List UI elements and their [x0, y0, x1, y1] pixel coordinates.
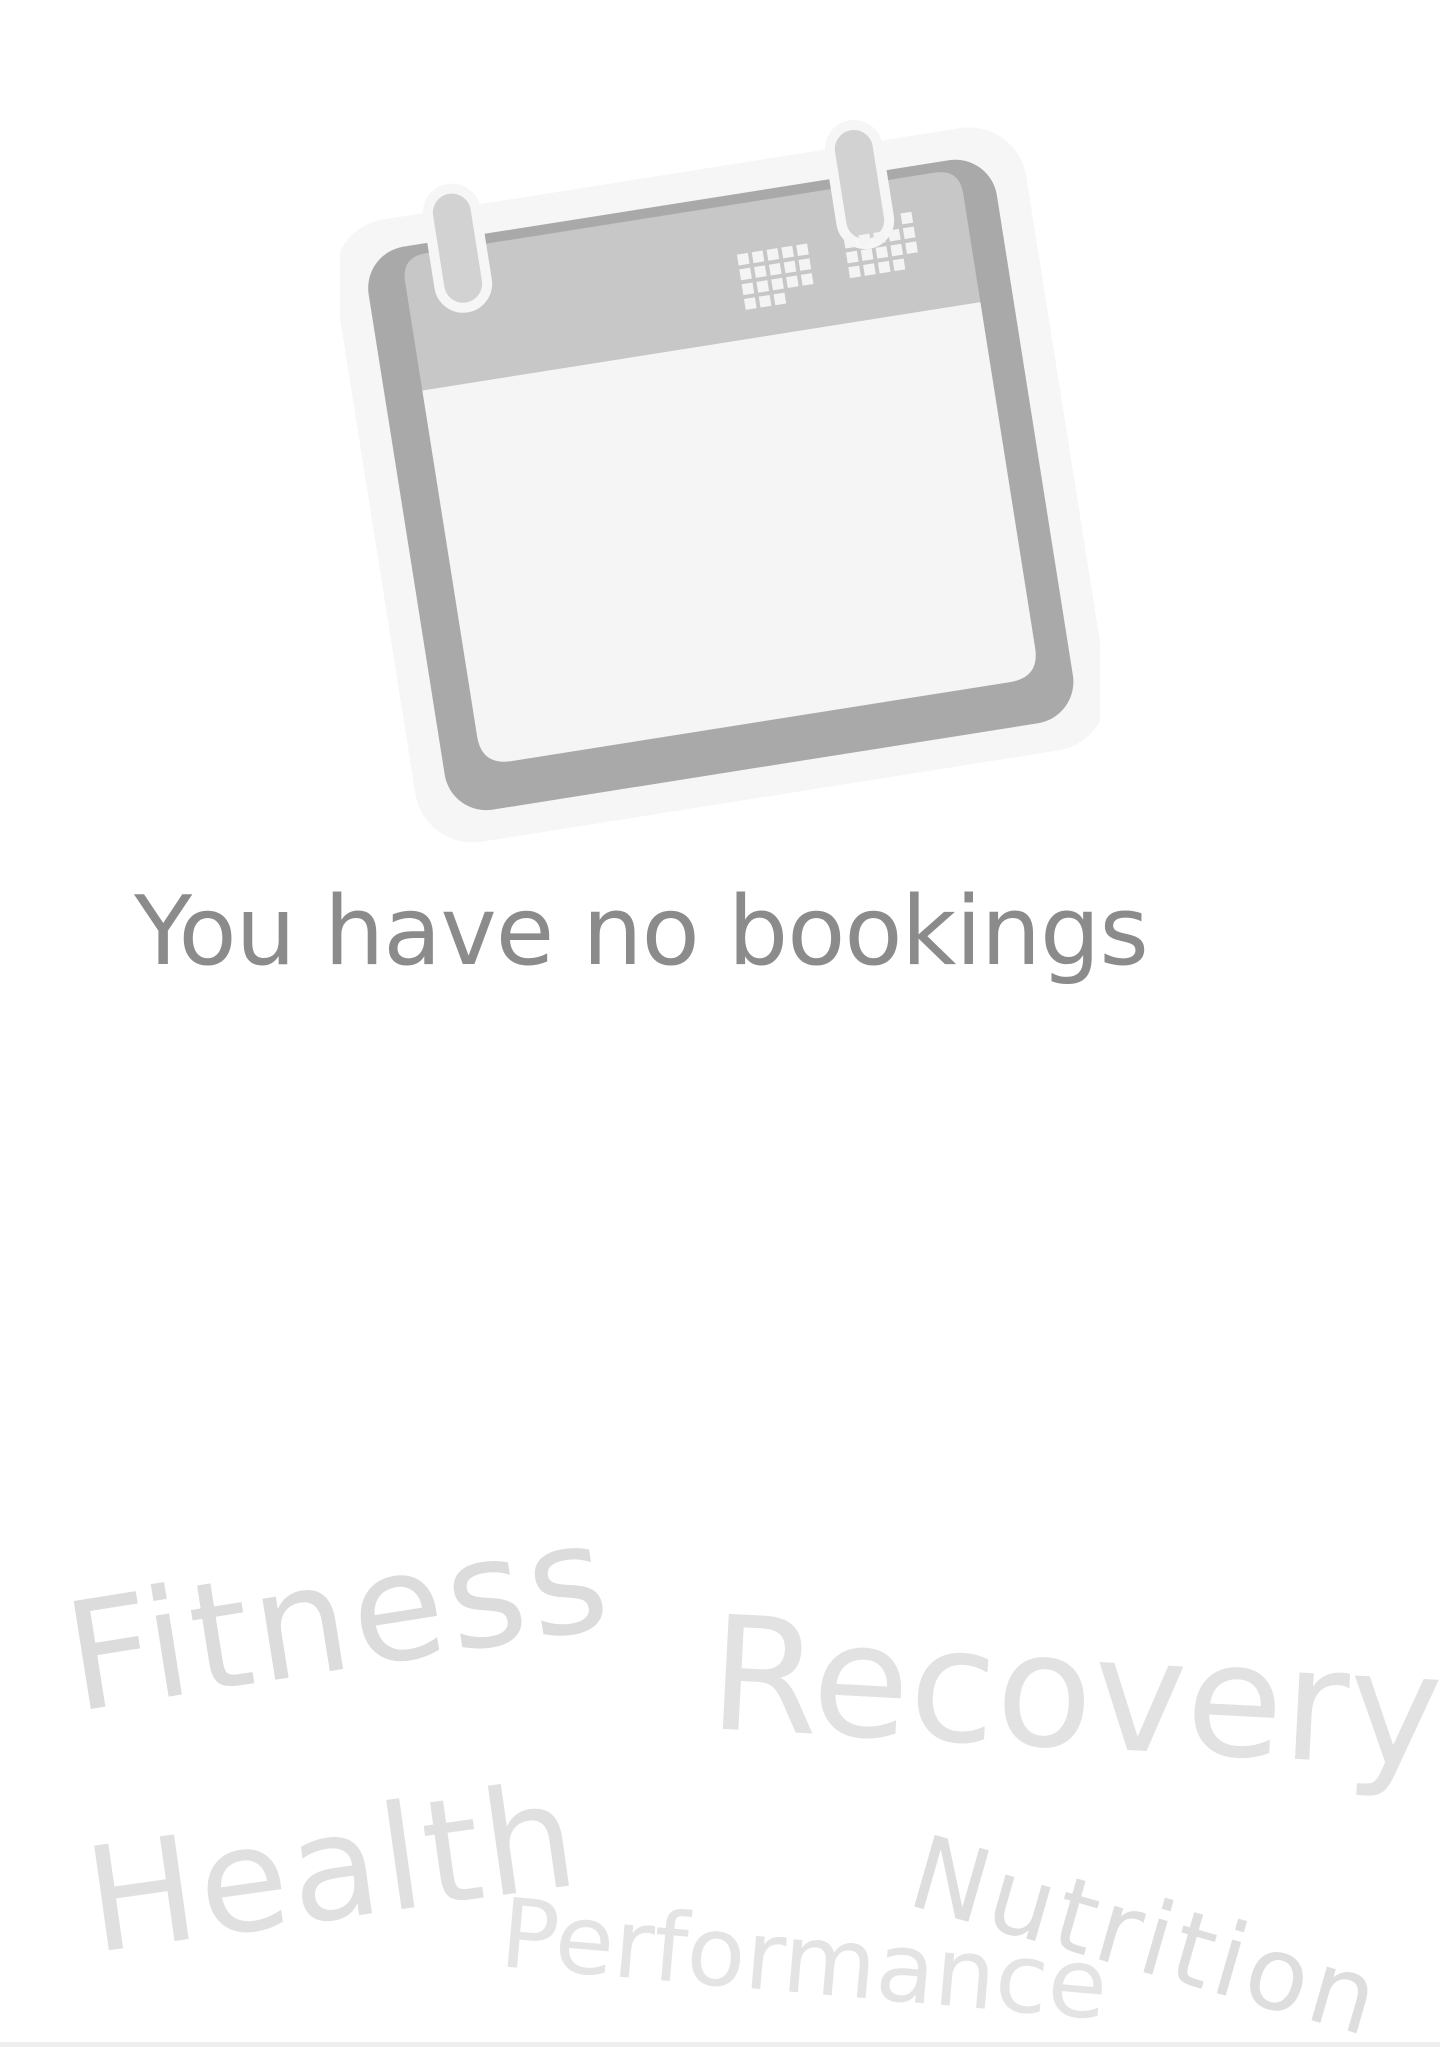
empty-state-message: You have no bookings	[134, 877, 1149, 987]
tag-recovery: Recovery	[705, 1582, 1440, 1805]
tag-fitness: Fitness	[54, 1489, 623, 1747]
bookings-screen: You have no bookings Fitness Recovery He…	[0, 0, 1440, 2061]
calendar-icon	[340, 119, 1100, 843]
bottom-divider	[0, 2042, 1440, 2047]
